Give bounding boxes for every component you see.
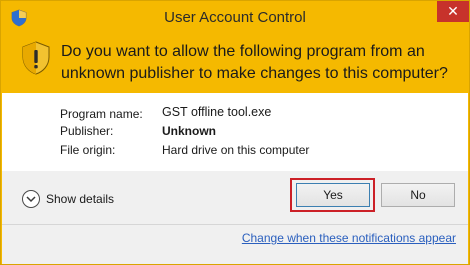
footer-divider [2, 224, 468, 225]
show-details-label: Show details [46, 192, 115, 206]
file-origin-value: Hard drive on this computer [162, 143, 310, 157]
publisher-label: Publisher: [60, 124, 114, 138]
notification-settings-link[interactable]: Change when these notifications appear [242, 231, 456, 245]
prompt-banner: Do you want to allow the following progr… [1, 35, 469, 93]
chevron-down-icon [22, 190, 40, 208]
window-title: User Account Control [164, 9, 306, 26]
program-name-label: Program name: [60, 107, 143, 121]
no-button[interactable]: No [381, 183, 455, 207]
program-details: Program name: GST offline tool.exe Publi… [2, 93, 468, 171]
show-details-toggle[interactable]: Show details [22, 190, 114, 208]
close-button[interactable]: ✕ [437, 1, 469, 22]
title-bar: User Account Control ✕ [1, 1, 469, 35]
warning-shield-icon [22, 41, 50, 75]
program-name-value: GST offline tool.exe [162, 105, 272, 119]
dialog-footer: Show details Yes No Change when these no… [2, 171, 468, 264]
prompt-question: Do you want to allow the following progr… [61, 43, 448, 82]
file-origin-label: File origin: [60, 143, 116, 157]
yes-button[interactable]: Yes [296, 183, 370, 207]
publisher-value: Unknown [162, 124, 216, 138]
uac-dialog: User Account Control ✕ Do you want to al… [0, 0, 470, 265]
